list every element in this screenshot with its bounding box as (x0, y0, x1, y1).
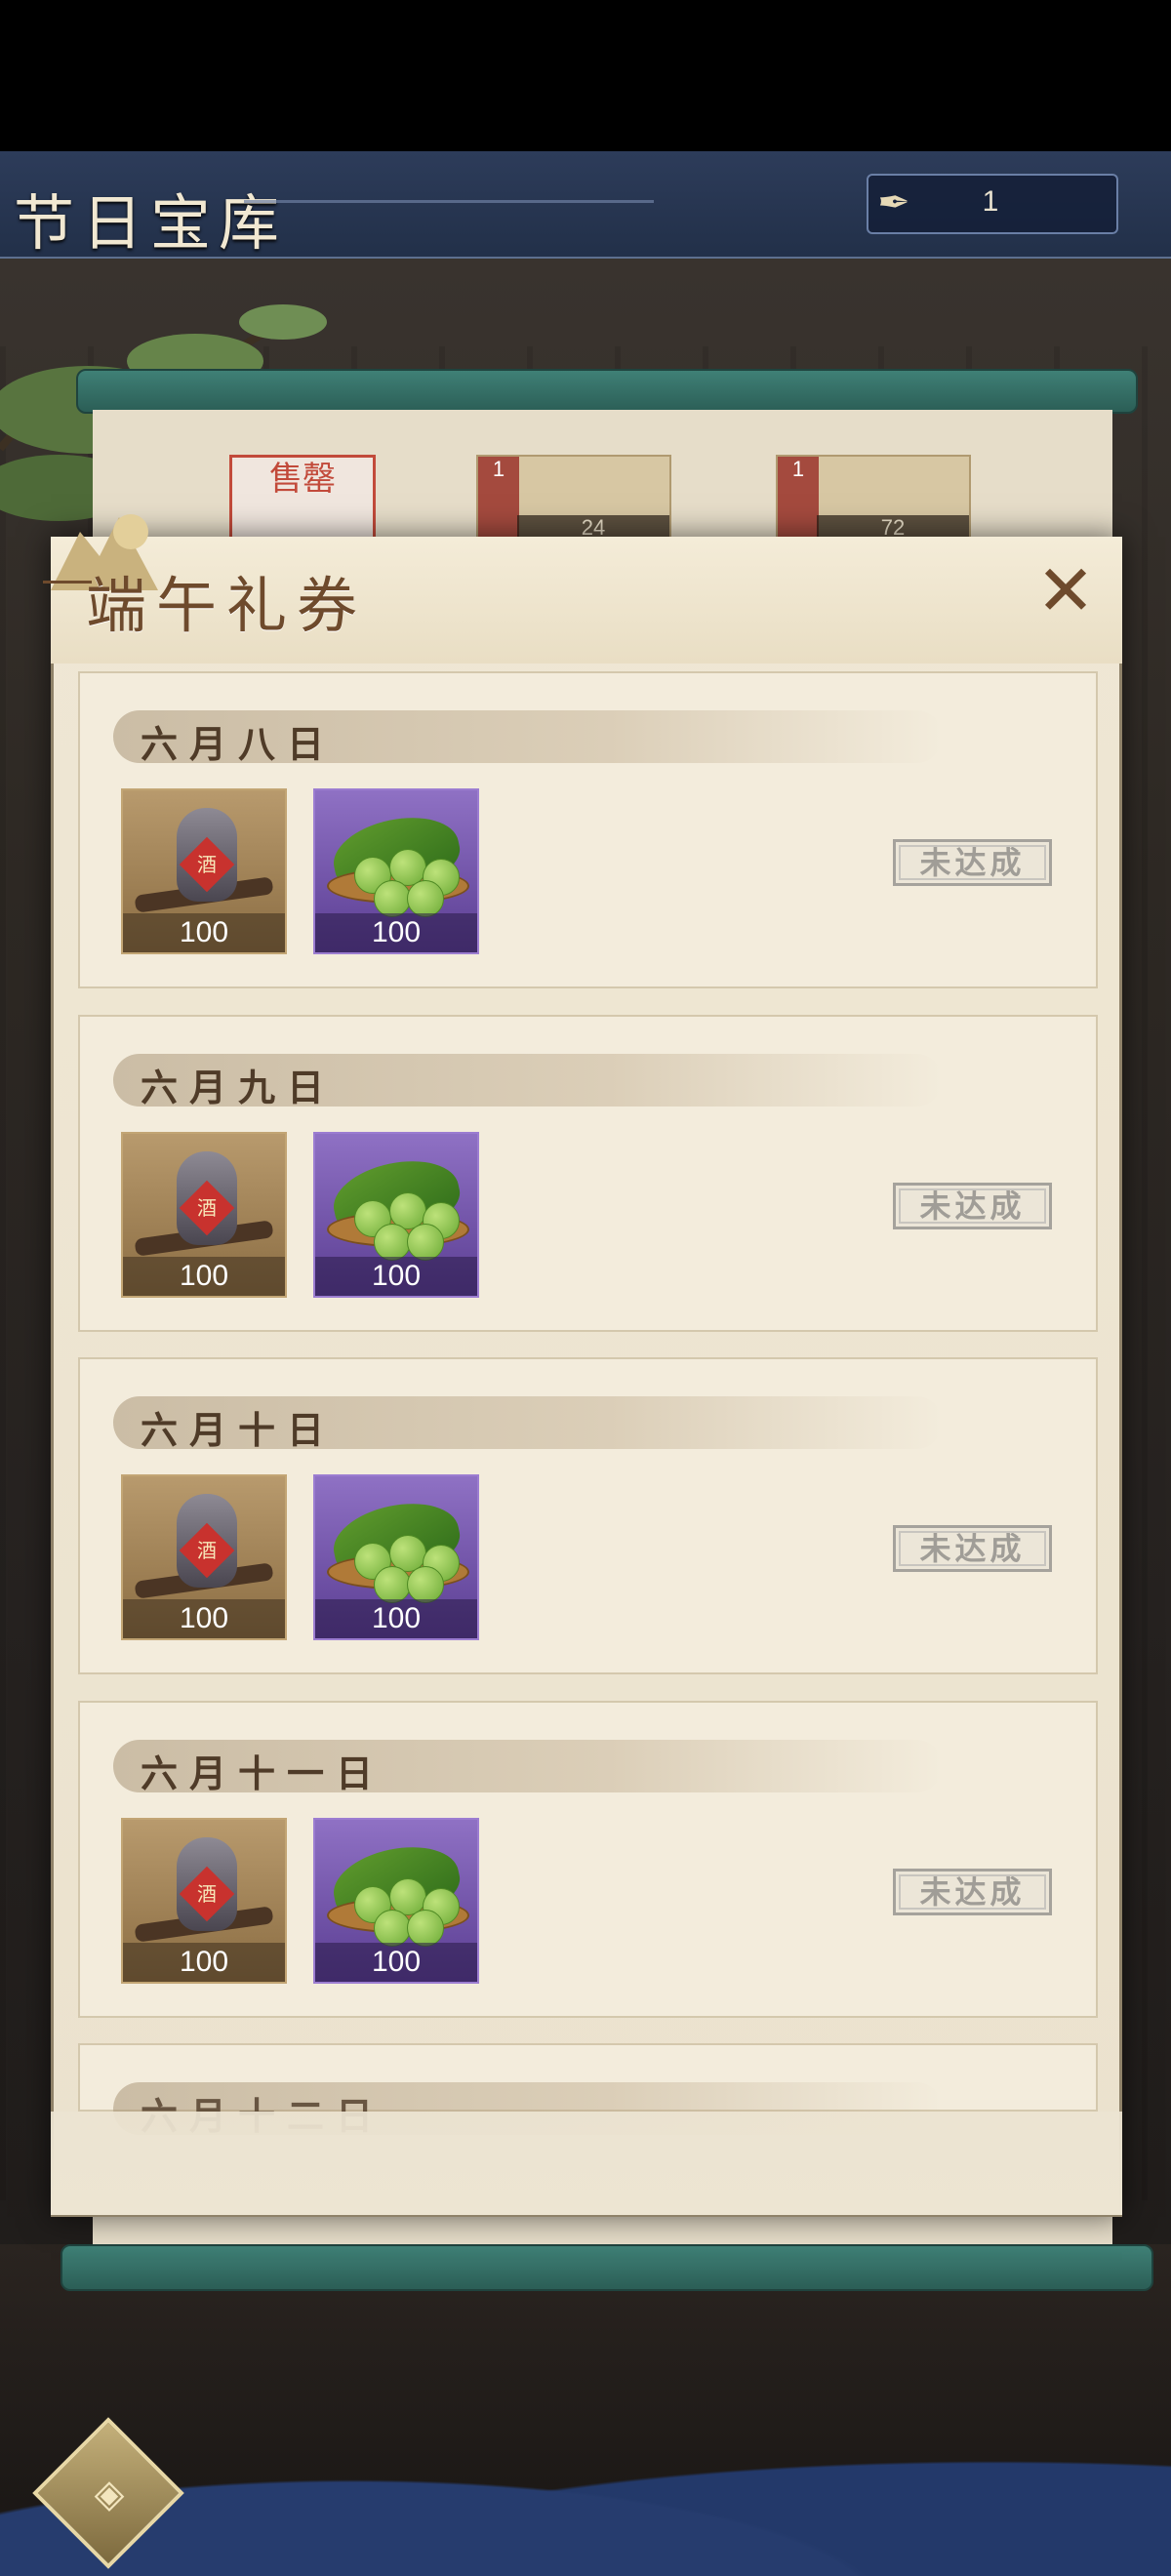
reward-wine[interactable]: 酒 100 (121, 1132, 287, 1298)
header-decoration (244, 200, 654, 203)
title-dash (43, 581, 92, 584)
reward-zongzi[interactable]: 100 (313, 1132, 479, 1298)
rice-ball-icon (407, 1910, 444, 1947)
reward-quantity: 100 (315, 1943, 477, 1982)
day-card: 六月八日 酒 100 100 未达成 (78, 671, 1098, 988)
rice-ball-icon (374, 1224, 411, 1261)
status-button[interactable]: 未达成 (893, 1525, 1052, 1572)
modal-footer (51, 2112, 1122, 2215)
reward-wine[interactable]: 酒 100 (121, 1474, 287, 1640)
rice-ball-icon (407, 880, 444, 917)
reward-zongzi[interactable]: 100 (313, 1818, 479, 1984)
status-button[interactable]: 未达成 (893, 1869, 1052, 1915)
reward-zongzi[interactable]: 100 (313, 788, 479, 954)
rice-ball-icon (407, 1224, 444, 1261)
reward-quantity: 100 (123, 913, 285, 952)
day-card: 六月十二日 (78, 2043, 1098, 2138)
shop-item[interactable]: 1 24 (476, 455, 671, 544)
scroll-rod-bottom (61, 2244, 1153, 2291)
rice-ball-icon (374, 1910, 411, 1947)
day-card: 六月九日 酒 100 100 未达成 (78, 1015, 1098, 1332)
shop-item-tag: 1 (478, 457, 519, 544)
status-bar-area (0, 0, 1171, 151)
rice-ball-icon (374, 880, 411, 917)
rice-ball-icon (374, 1566, 411, 1603)
page-title: 节日宝库 (14, 187, 288, 259)
cloud-swirl-icon: ◈ (94, 2472, 125, 2516)
bottle-label-text: 酒 (197, 1196, 217, 1220)
close-button[interactable]: ✕ (1030, 554, 1102, 626)
reward-wine[interactable]: 酒 100 (121, 1818, 287, 1984)
currency-value: 1 (982, 185, 999, 218)
reward-quantity: 100 (123, 1599, 285, 1638)
bottle-label-text: 酒 (197, 853, 217, 876)
day-card: 六月十日 酒 100 100 未达成 (78, 1357, 1098, 1674)
reward-wine[interactable]: 酒 100 (121, 788, 287, 954)
shop-item[interactable]: 1 72 (776, 455, 971, 544)
bottle-label-text: 酒 (197, 1539, 217, 1562)
reward-zongzi[interactable]: 100 (313, 1474, 479, 1640)
status-button[interactable]: 未达成 (893, 1183, 1052, 1229)
scroll-rod-top (76, 369, 1138, 414)
reward-quantity: 100 (315, 1257, 477, 1296)
day-label: 六月十一日 (141, 1751, 385, 1795)
reward-quantity: 100 (315, 1599, 477, 1638)
status-button[interactable]: 未达成 (893, 839, 1052, 886)
modal-title: 端午礼券 (86, 570, 368, 641)
reward-quantity: 100 (123, 1257, 285, 1296)
day-label: 六月十日 (141, 1408, 337, 1452)
reward-quantity: 100 (315, 913, 477, 952)
day-label: 六月九日 (141, 1066, 337, 1109)
shop-item-tag: 1 (778, 457, 819, 544)
reward-quantity: 100 (123, 1943, 285, 1982)
day-card: 六月十一日 酒 100 100 未达成 (78, 1701, 1098, 2018)
sold-out-sign: 售罄 (229, 455, 376, 543)
day-label: 六月八日 (141, 722, 337, 766)
rice-ball-icon (407, 1566, 444, 1603)
feather-quill-icon: ✒ (877, 181, 910, 225)
bottle-label-text: 酒 (197, 1882, 217, 1906)
